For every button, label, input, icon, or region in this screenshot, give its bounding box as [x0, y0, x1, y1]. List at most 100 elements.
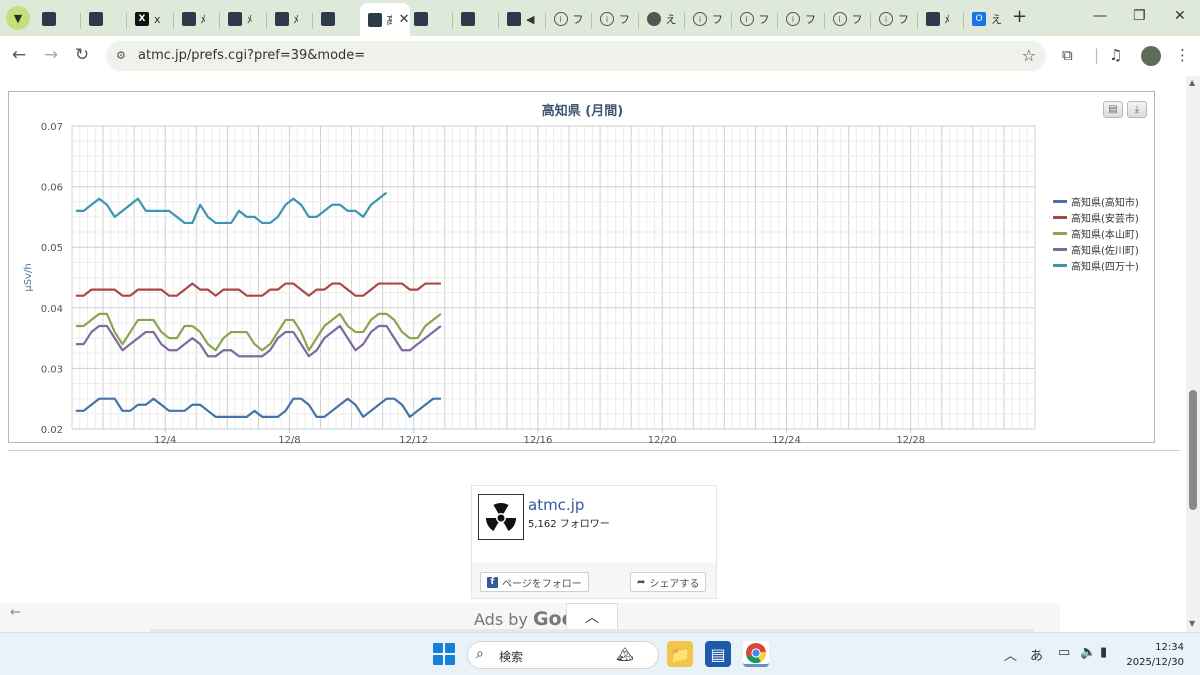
- browser-tab[interactable]: [34, 5, 78, 33]
- info-icon: i: [879, 12, 893, 26]
- chrome-icon[interactable]: [743, 641, 769, 667]
- site-icon: [42, 12, 56, 26]
- taskbar-search[interactable]: ⌕ 検索 🏔: [467, 641, 659, 669]
- follow-page-button[interactable]: f ページをフォロー: [480, 572, 589, 592]
- toolbar-divider: |: [1094, 46, 1100, 64]
- browser-tab[interactable]: ◀: [499, 5, 543, 33]
- info-icon: i: [693, 12, 707, 26]
- profile-avatar[interactable]: [1141, 46, 1161, 66]
- notepad-icon[interactable]: ▤: [705, 641, 731, 667]
- search-placeholder: 検索: [499, 650, 524, 664]
- browser-tab[interactable]: え: [639, 5, 683, 33]
- page-name-link[interactable]: atmc.jp: [528, 496, 584, 514]
- browser-tab[interactable]: [81, 5, 125, 33]
- new-tab-button[interactable]: +: [1012, 8, 1027, 26]
- clock[interactable]: 12:34 2025/12/30: [1126, 640, 1184, 670]
- forward-icon[interactable]: →: [40, 45, 62, 65]
- printer-icon: ▤: [1108, 104, 1118, 115]
- legend-label: 高知県(本山町): [1071, 229, 1139, 241]
- tab-label: 高: [387, 12, 392, 28]
- share-button[interactable]: ➦ シェアする: [630, 572, 707, 592]
- browser-tab[interactable]: [406, 5, 450, 33]
- start-button[interactable]: [433, 643, 455, 665]
- browser-tab[interactable]: Oえ: [964, 5, 1008, 33]
- file-explorer-icon[interactable]: 📁: [667, 641, 693, 667]
- url-text[interactable]: atmc.jp/prefs.cgi?pref=39&mode=: [138, 48, 365, 63]
- ad-collapse-button[interactable]: ︿: [566, 603, 618, 631]
- page-content: 0.07 0.06 0.05 0.04 0.03 0.02 μSv/h 12/4 12/8 12/…: [0, 76, 1186, 633]
- ads-by-google-label[interactable]: Ads by Goo: [474, 608, 575, 630]
- radiation-logo[interactable]: [478, 494, 524, 540]
- browser-tab[interactable]: iフ: [546, 5, 590, 33]
- search-icon: ⌕: [476, 646, 484, 662]
- y-axis-label: μSv/h: [23, 263, 34, 291]
- legend-item[interactable]: 高知県(四万十): [1053, 257, 1139, 273]
- network-icon[interactable]: ▭: [1058, 645, 1070, 660]
- chevron-up-icon[interactable]: ︿: [1004, 645, 1017, 664]
- scroll-down-icon[interactable]: ▼: [1189, 619, 1195, 628]
- print-chart-button[interactable]: ▤: [1103, 101, 1123, 118]
- scroll-up-icon[interactable]: ▲: [1189, 78, 1195, 87]
- browser-tab[interactable]: iフ: [871, 5, 915, 33]
- info-icon: i: [553, 12, 568, 26]
- follower-count: 5,162 フォロワー: [528, 519, 610, 530]
- browser-tab[interactable]: iフ: [592, 5, 636, 33]
- back-icon[interactable]: ←: [8, 45, 30, 65]
- chart-container: 0.07 0.06 0.05 0.04 0.03 0.02 μSv/h 12/4 12/8 12/…: [8, 91, 1155, 444]
- tab-search-button[interactable]: ▼: [6, 6, 30, 30]
- browser-tab[interactable]: iフ: [685, 5, 729, 33]
- legend-swatch: [1053, 247, 1067, 251]
- download-chart-button[interactable]: ⤓: [1127, 101, 1147, 118]
- restore-icon[interactable]: ❐: [1133, 8, 1146, 24]
- menu-icon[interactable]: ⋮: [1175, 46, 1190, 64]
- chevron-down-icon: ▼: [13, 11, 23, 25]
- browser-tab[interactable]: ﾒ: [918, 5, 962, 33]
- legend-item[interactable]: 高知県(本山町): [1053, 225, 1139, 241]
- battery-icon[interactable]: ▮: [1100, 645, 1107, 660]
- browser-tab[interactable]: ﾒ: [174, 5, 218, 33]
- windows-logo-tile: [445, 655, 455, 665]
- legend-item[interactable]: 高知県(高知市): [1053, 193, 1139, 209]
- reload-icon[interactable]: ↻: [71, 45, 93, 65]
- x-tick-label: 12/28: [896, 435, 925, 444]
- windows-logo-tile: [433, 655, 443, 665]
- ime-indicator[interactable]: あ: [1030, 645, 1043, 664]
- legend-item[interactable]: 高知県(佐川町): [1053, 241, 1139, 257]
- address-bar[interactable]: ⚙ atmc.jp/prefs.cgi?pref=39&mode= ☆: [106, 41, 1046, 71]
- site-icon: [460, 12, 475, 26]
- share-arrow-icon: ➦: [637, 576, 646, 588]
- minimize-icon[interactable]: —: [1093, 8, 1107, 24]
- ads-prefix: Ads by: [474, 610, 533, 629]
- search-highlight-icon: 🏔: [616, 647, 634, 663]
- browser-tab[interactable]: Xx: [127, 5, 171, 33]
- extensions-icon[interactable]: ⧉: [1062, 46, 1073, 64]
- legend-item[interactable]: 高知県(安芸市): [1053, 209, 1139, 225]
- browser-tab[interactable]: [453, 5, 497, 33]
- close-window-icon[interactable]: ✕: [1174, 8, 1186, 24]
- bookmark-star-icon[interactable]: ☆: [1022, 46, 1036, 65]
- facebook-icon: f: [487, 576, 498, 588]
- browser-tab[interactable]: iフ: [778, 5, 822, 33]
- tab-label: x: [154, 12, 161, 26]
- tab-label: フ: [619, 13, 630, 26]
- tab-label: え: [665, 13, 677, 26]
- back-arrow-icon[interactable]: ←: [10, 605, 21, 620]
- page-scrollbar[interactable]: ▲ ▼: [1186, 76, 1200, 632]
- tab-label: フ: [805, 13, 816, 26]
- facebook-page-widget: atmc.jp 5,162 フォロワー f ページをフォロー ➦ シェアする: [471, 485, 717, 599]
- volume-icon[interactable]: 🔈: [1080, 645, 1096, 660]
- media-control-icon[interactable]: ♫: [1109, 46, 1122, 64]
- browser-tab[interactable]: 高✕: [359, 3, 410, 36]
- legend-label: 高知県(安芸市): [1071, 213, 1139, 225]
- browser-tab[interactable]: iフ: [732, 5, 776, 33]
- legend-label: 高知県(四万十): [1071, 261, 1139, 273]
- browser-tab[interactable]: [313, 5, 357, 33]
- tab-label: ﾒ: [247, 13, 253, 26]
- browser-tab[interactable]: ﾒ: [220, 5, 264, 33]
- series-line[interactable]: [75, 191, 388, 225]
- browser-tab[interactable]: iフ: [825, 5, 869, 33]
- site-info-icon[interactable]: ⚙: [116, 49, 130, 63]
- site-icon: [321, 12, 335, 26]
- scroll-thumb[interactable]: [1189, 390, 1197, 510]
- browser-tab[interactable]: ﾒ: [267, 5, 311, 33]
